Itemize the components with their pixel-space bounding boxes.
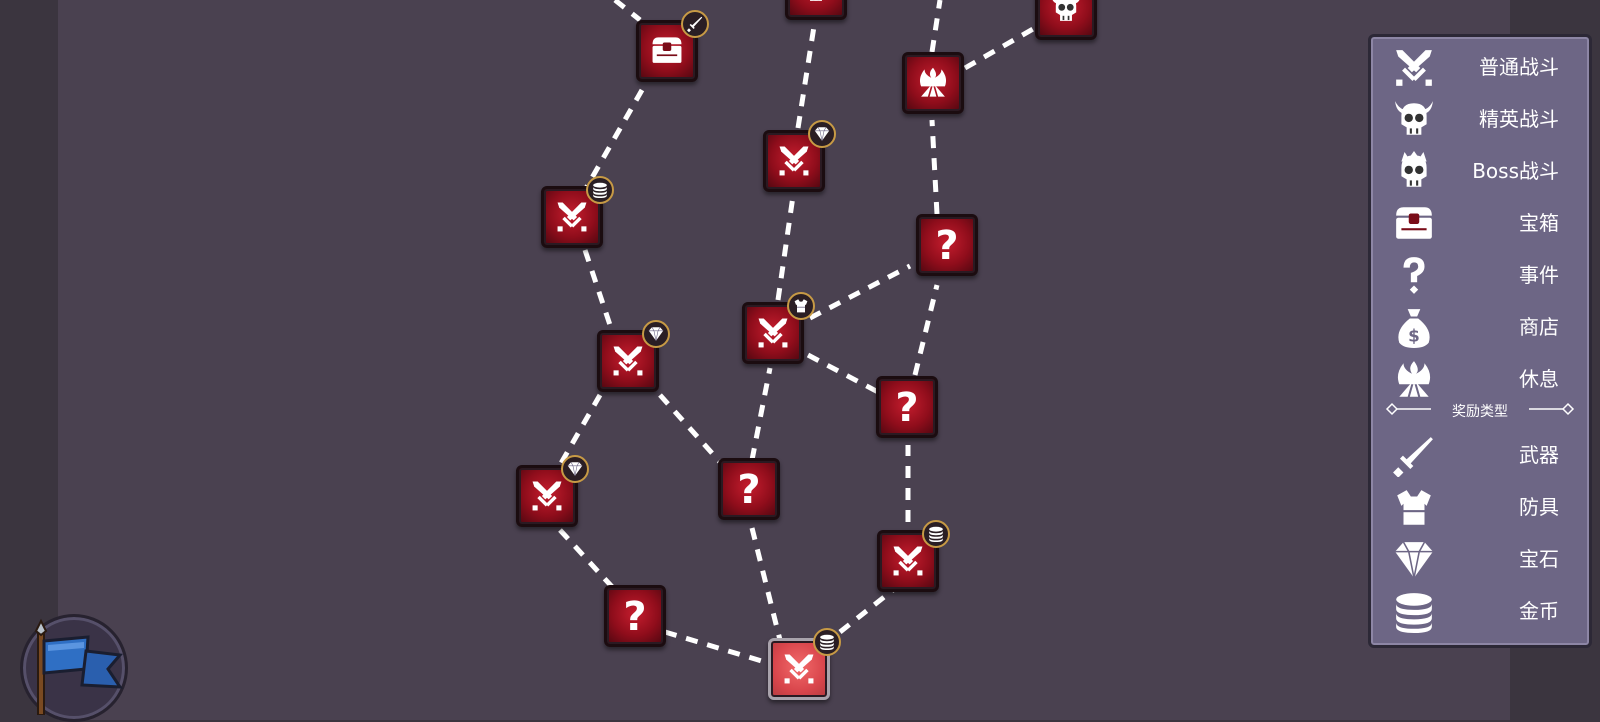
legend-reward-gem: 宝石 [1371, 535, 1589, 583]
legend-label: 精英战斗 [1479, 107, 1559, 131]
legend-reward-armor: 防具 [1371, 483, 1589, 531]
campfire-icon [919, 67, 947, 97]
legend-label: 武器 [1519, 443, 1559, 467]
swords-icon [758, 318, 788, 348]
campfire-icon [1397, 361, 1431, 397]
reward-badge-armor [787, 292, 815, 320]
map-node-event[interactable]: ? [916, 214, 978, 276]
map-legend: 普通战斗 精英战斗 Boss战斗 宝箱 事件 商店 休息 奖励类型 武器 防具 … [1368, 34, 1592, 648]
map-node-battle[interactable] [763, 120, 836, 192]
reward-badge-coin [922, 520, 950, 548]
chest-icon [652, 37, 682, 63]
gem-icon [648, 326, 664, 342]
map-node-battle[interactable] [877, 520, 950, 592]
sword-icon [1393, 437, 1433, 477]
gem-icon [814, 126, 830, 142]
legend-label: Boss战斗 [1472, 159, 1559, 183]
coins-icon [820, 634, 834, 650]
map-node-rest[interactable] [902, 52, 964, 114]
swords-icon [613, 346, 643, 376]
question-icon: ? [895, 385, 919, 431]
legend-label: 宝石 [1519, 547, 1559, 571]
sword-icon [687, 16, 703, 32]
map-node-event[interactable]: ? [604, 585, 666, 647]
swords-icon [1396, 50, 1432, 86]
swords-icon [779, 146, 809, 176]
armor-icon [794, 299, 808, 313]
swords-icon [784, 654, 814, 684]
gem-icon [1394, 541, 1434, 579]
swords-icon [532, 481, 562, 511]
horned-skull-icon [1050, 0, 1082, 21]
reward-badge-weapon [681, 10, 709, 38]
legend-label: 宝箱 [1519, 211, 1559, 235]
money-bag-icon [1398, 309, 1430, 348]
reward-badge-gem [642, 320, 670, 348]
legend-item-shop: 商店 [1371, 303, 1589, 351]
horned-skull-icon [1395, 101, 1433, 135]
map-node-battle[interactable] [541, 176, 614, 248]
question-icon [1403, 257, 1425, 294]
legend-item-battle: 普通战斗 [1371, 43, 1589, 91]
reward-badge-coin [813, 628, 841, 656]
legend-item-boss: Boss战斗 [1371, 147, 1589, 195]
legend-label: 普通战斗 [1479, 55, 1559, 79]
question-icon: ? [737, 467, 761, 513]
map-node-battle[interactable] [516, 455, 589, 527]
flag-icon [34, 618, 123, 715]
coins-icon [929, 526, 943, 542]
divider-ornament-right [1529, 402, 1575, 416]
chest-icon [1396, 207, 1432, 239]
map-node-battle[interactable] [742, 292, 815, 364]
armor-icon [1397, 490, 1431, 525]
coins-icon [593, 182, 607, 198]
skull-icon [805, 0, 827, 1]
legend-item-rest: 休息 [1371, 355, 1589, 403]
map-node-event[interactable]: ? [876, 376, 938, 438]
reward-badge-coin [586, 176, 614, 204]
legend-label: 休息 [1519, 367, 1559, 391]
crowned-skull-icon [1401, 151, 1427, 187]
legend-item-chest: 宝箱 [1371, 199, 1589, 247]
legend-item-event: 事件 [1371, 251, 1589, 299]
map-node-current-battle[interactable] [768, 628, 841, 700]
reward-badge-gem [561, 455, 589, 483]
legend-reward-weapon: 武器 [1371, 431, 1589, 479]
legend-label: 防具 [1519, 495, 1559, 519]
gem-icon [567, 461, 583, 477]
question-icon: ? [935, 223, 959, 269]
legend-label: 商店 [1519, 315, 1559, 339]
flag-button[interactable] [20, 614, 128, 722]
map-node-chest[interactable] [636, 10, 709, 82]
legend-item-elite: 精英战斗 [1371, 95, 1589, 143]
reward-type-divider: 奖励类型 [1371, 397, 1589, 421]
map-node-battle[interactable] [597, 320, 670, 392]
legend-label: 金币 [1519, 599, 1559, 623]
question-icon: ? [623, 594, 647, 640]
legend-label: 事件 [1519, 263, 1559, 287]
map-node-elite[interactable] [785, 0, 847, 20]
map-node-event[interactable]: ? [718, 458, 780, 520]
map-node-elite[interactable] [1035, 0, 1097, 40]
coins-icon [1396, 593, 1432, 633]
legend-reward-coin: 金币 [1371, 587, 1589, 635]
swords-icon [893, 546, 923, 576]
reward-badge-gem [808, 120, 836, 148]
swords-icon [557, 202, 587, 232]
